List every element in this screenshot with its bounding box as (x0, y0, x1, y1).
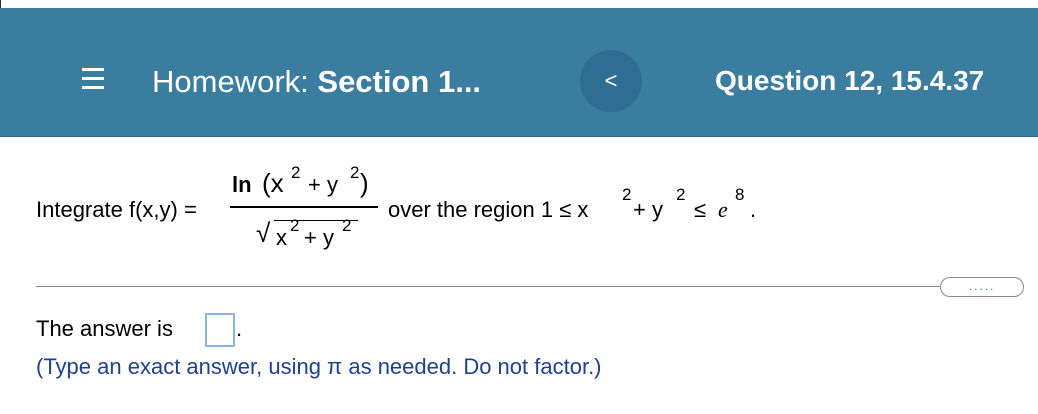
homework-prefix: Homework: (152, 64, 309, 99)
answer-format-hint: (Type an exact answer, using π as needed… (36, 354, 602, 379)
statement-period: . (750, 197, 757, 222)
denominator-plus-y: + y (304, 225, 334, 250)
chevron-left-icon: < (604, 68, 618, 93)
section-name: Section 1... (317, 64, 482, 99)
numerator-y-exponent: 2 (350, 163, 360, 182)
hamburger-menu-icon[interactable] (82, 68, 104, 90)
question-number-label: Question 12, 15.4.37 (715, 65, 985, 96)
numerator-close-paren: ) (360, 168, 369, 198)
answer-label: The answer is (36, 316, 173, 341)
denominator-x: x (276, 225, 287, 250)
problem-lead-text: Integrate f(x,y) = (36, 197, 197, 222)
e-exponent: 8 (735, 185, 745, 204)
more-options-button[interactable]: ..... (940, 277, 1024, 297)
region-plus-y: + y (633, 197, 663, 222)
section-divider (36, 286, 940, 287)
region-text: over the region 1 ≤ x (388, 197, 589, 222)
region-x-exponent: 2 (622, 185, 632, 204)
numerator-plus-y: + y (308, 172, 338, 197)
homework-title: Homework: Section 1... (152, 64, 481, 100)
numerator-open-x: (x (262, 168, 284, 198)
numerator-x-exponent: 2 (291, 163, 301, 182)
denominator-x-exponent: 2 (290, 216, 300, 235)
top-header-bar: Homework: Section 1... < Question 12, 15… (0, 8, 1038, 137)
answer-input[interactable] (205, 313, 235, 347)
region-le-sign: ≤ (694, 197, 707, 222)
denominator-y-exponent: 2 (342, 216, 352, 235)
fraction-bar (230, 206, 378, 208)
radical-sign: √ (256, 218, 271, 248)
euler-e: e (718, 197, 728, 222)
ln-label: ln (232, 172, 252, 197)
previous-question-button[interactable]: < (580, 50, 642, 112)
answer-period: . (236, 316, 243, 341)
region-y-exponent: 2 (676, 185, 686, 204)
